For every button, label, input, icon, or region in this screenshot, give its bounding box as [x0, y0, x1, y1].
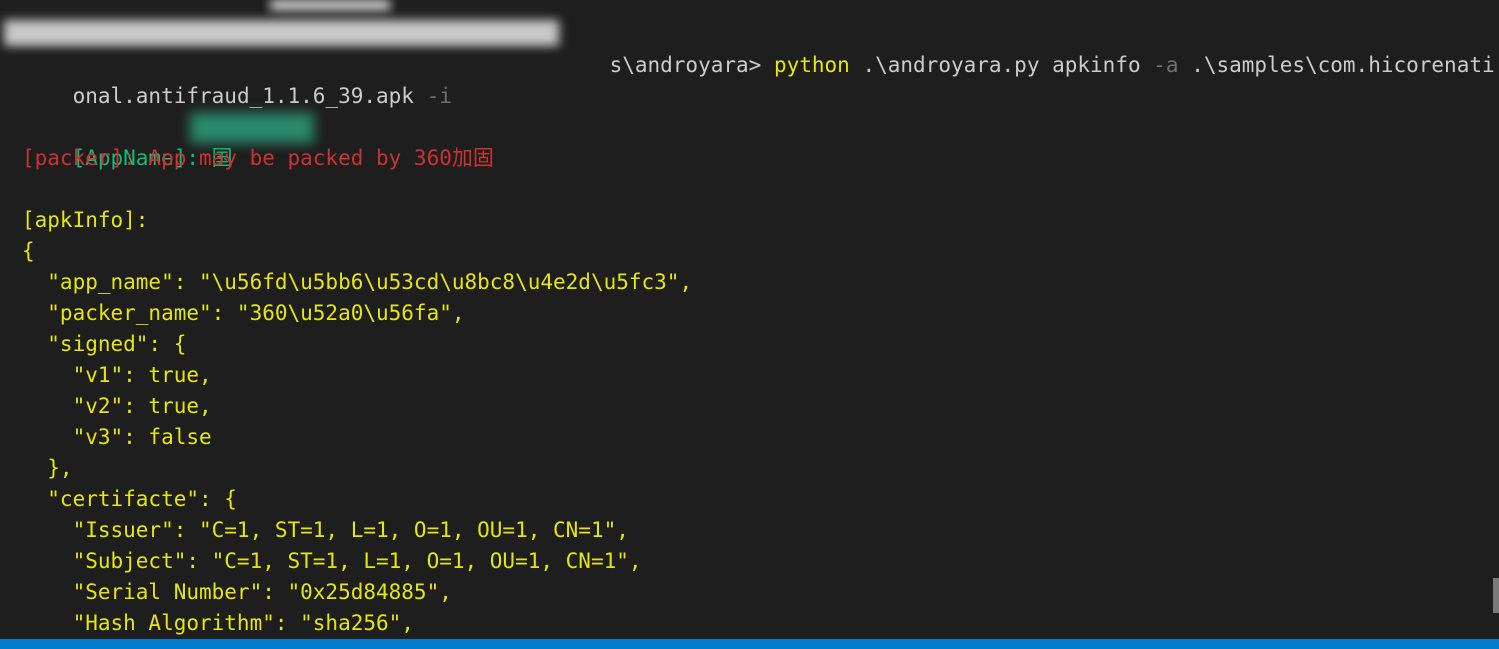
command-line-wrap: onal.antifraud_1.1.6_39.apk -i: [22, 50, 452, 108]
redacted-path-blur-top: [270, 0, 390, 10]
apkinfo-header: [apkInfo]:: [22, 208, 149, 232]
command-flag-i: -i: [426, 84, 452, 108]
packer-line: [packer]: App may be packed by 360加固: [22, 146, 494, 170]
redacted-appname-blur: [190, 113, 314, 143]
json-line: "v3": false: [22, 425, 212, 449]
command-script: .\androyara.py apkinfo: [849, 53, 1154, 77]
command-line: s\androyara> python .\androyara.py apkin…: [559, 19, 1495, 77]
command-target-cont: onal.antifraud_1.1.6_39.apk: [72, 84, 427, 108]
json-line: "v1": true,: [22, 363, 212, 387]
json-line: "Serial Number": "0x25d84885",: [22, 580, 452, 604]
json-line: "Issuer": "C=1, ST=1, L=1, O=1, OU=1, CN…: [22, 518, 629, 542]
prompt-path: s\androyara>: [609, 53, 774, 77]
json-line: "certifacte": {: [22, 487, 237, 511]
json-line: "Hash Algorithm": "sha256",: [22, 611, 414, 635]
json-line: "app_name": "\u56fd\u5bb6\u53cd\u8bc8\u4…: [22, 270, 693, 294]
terminal-panel[interactable]: s\androyara> python .\androyara.py apkin…: [0, 0, 1499, 639]
json-line: "Subject": "C=1, ST=1, L=1, O=1, OU=1, C…: [22, 549, 642, 573]
json-line: {: [22, 239, 35, 263]
scrollbar-thumb[interactable]: [1493, 578, 1499, 613]
json-line: },: [22, 456, 73, 480]
command-python: python: [773, 53, 850, 77]
json-line: "v2": true,: [22, 394, 212, 418]
command-flag-a: -a: [1153, 53, 1179, 77]
json-line: "signed": {: [22, 332, 187, 356]
status-bar: [0, 639, 1499, 649]
redacted-path-blur: [4, 20, 559, 46]
command-target: .\samples\com.hicorenati: [1178, 53, 1495, 77]
json-line: "packer_name": "360\u52a0\u56fa",: [22, 301, 465, 325]
